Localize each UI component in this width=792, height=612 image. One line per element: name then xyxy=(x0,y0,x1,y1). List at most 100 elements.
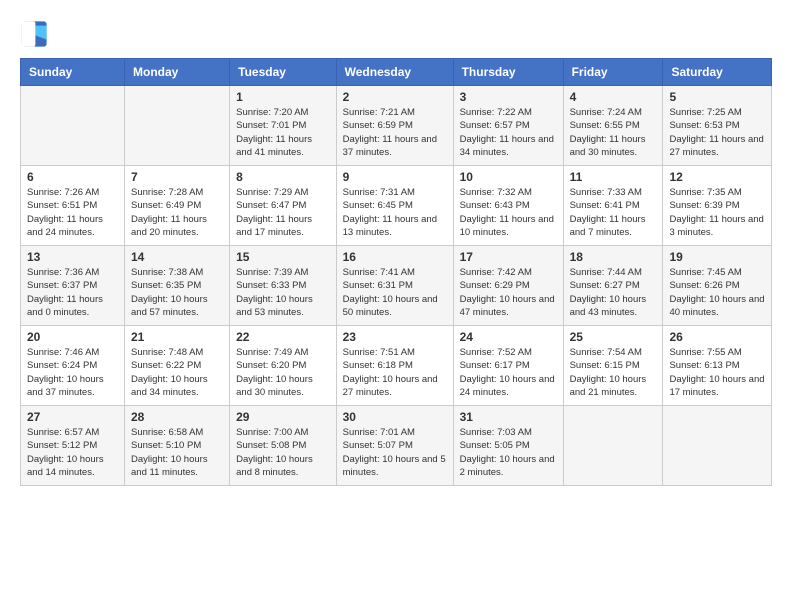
cell-content: Sunrise: 7:24 AMSunset: 6:55 PMDaylight:… xyxy=(570,106,657,159)
day-number: 19 xyxy=(669,250,765,264)
day-number: 31 xyxy=(460,410,557,424)
day-number: 4 xyxy=(570,90,657,104)
day-number: 18 xyxy=(570,250,657,264)
calendar-cell xyxy=(21,86,125,166)
day-number: 8 xyxy=(236,170,330,184)
calendar-cell: 25 Sunrise: 7:54 AMSunset: 6:15 PMDayligh… xyxy=(563,326,663,406)
calendar-cell: 23 Sunrise: 7:51 AMSunset: 6:18 PMDayligh… xyxy=(336,326,453,406)
day-number: 16 xyxy=(343,250,447,264)
cell-content: Sunrise: 7:25 AMSunset: 6:53 PMDaylight:… xyxy=(669,106,765,159)
cell-content: Sunrise: 7:01 AMSunset: 5:07 PMDaylight:… xyxy=(343,426,447,479)
calendar-cell: 17 Sunrise: 7:42 AMSunset: 6:29 PMDayligh… xyxy=(453,246,563,326)
cell-content: Sunrise: 7:44 AMSunset: 6:27 PMDaylight:… xyxy=(570,266,657,319)
calendar-cell: 10 Sunrise: 7:32 AMSunset: 6:43 PMDayligh… xyxy=(453,166,563,246)
header-day-monday: Monday xyxy=(125,59,230,86)
calendar-cell: 2 Sunrise: 7:21 AMSunset: 6:59 PMDaylight… xyxy=(336,86,453,166)
calendar-cell: 11 Sunrise: 7:33 AMSunset: 6:41 PMDayligh… xyxy=(563,166,663,246)
calendar-table: SundayMondayTuesdayWednesdayThursdayFrid… xyxy=(20,58,772,486)
cell-content: Sunrise: 7:48 AMSunset: 6:22 PMDaylight:… xyxy=(131,346,223,399)
cell-content: Sunrise: 7:49 AMSunset: 6:20 PMDaylight:… xyxy=(236,346,330,399)
calendar-cell xyxy=(563,406,663,486)
cell-content: Sunrise: 7:22 AMSunset: 6:57 PMDaylight:… xyxy=(460,106,557,159)
cell-content: Sunrise: 7:28 AMSunset: 6:49 PMDaylight:… xyxy=(131,186,223,239)
day-number: 23 xyxy=(343,330,447,344)
calendar-cell xyxy=(663,406,772,486)
calendar-cell: 4 Sunrise: 7:24 AMSunset: 6:55 PMDaylight… xyxy=(563,86,663,166)
calendar-header: SundayMondayTuesdayWednesdayThursdayFrid… xyxy=(21,59,772,86)
cell-content: Sunrise: 7:29 AMSunset: 6:47 PMDaylight:… xyxy=(236,186,330,239)
cell-content: Sunrise: 7:41 AMSunset: 6:31 PMDaylight:… xyxy=(343,266,447,319)
cell-content: Sunrise: 6:57 AMSunset: 5:12 PMDaylight:… xyxy=(27,426,118,479)
day-number: 3 xyxy=(460,90,557,104)
day-number: 7 xyxy=(131,170,223,184)
cell-content: Sunrise: 7:00 AMSunset: 5:08 PMDaylight:… xyxy=(236,426,330,479)
day-number: 22 xyxy=(236,330,330,344)
calendar-cell: 3 Sunrise: 7:22 AMSunset: 6:57 PMDaylight… xyxy=(453,86,563,166)
calendar-cell: 21 Sunrise: 7:48 AMSunset: 6:22 PMDayligh… xyxy=(125,326,230,406)
cell-content: Sunrise: 7:39 AMSunset: 6:33 PMDaylight:… xyxy=(236,266,330,319)
header-day-sunday: Sunday xyxy=(21,59,125,86)
calendar-cell: 30 Sunrise: 7:01 AMSunset: 5:07 PMDayligh… xyxy=(336,406,453,486)
calendar-cell: 28Sunrise: 6:58 AMSunset: 5:10 PMDayligh… xyxy=(125,406,230,486)
calendar-cell: 26Sunrise: 7:55 AMSunset: 6:13 PMDayligh… xyxy=(663,326,772,406)
week-row-3: 13 Sunrise: 7:36 AMSunset: 6:37 PMDayligh… xyxy=(21,246,772,326)
cell-content: Sunrise: 7:26 AMSunset: 6:51 PMDaylight:… xyxy=(27,186,118,239)
header-day-friday: Friday xyxy=(563,59,663,86)
day-number: 1 xyxy=(236,90,330,104)
day-number: 25 xyxy=(570,330,657,344)
cell-content: Sunrise: 7:35 AMSunset: 6:39 PMDaylight:… xyxy=(669,186,765,239)
week-row-2: 6Sunrise: 7:26 AMSunset: 6:51 PMDaylight… xyxy=(21,166,772,246)
cell-content: Sunrise: 7:36 AMSunset: 6:37 PMDaylight:… xyxy=(27,266,118,319)
day-number: 9 xyxy=(343,170,447,184)
cell-content: Sunrise: 7:03 AMSunset: 5:05 PMDaylight:… xyxy=(460,426,557,479)
cell-content: Sunrise: 7:46 AMSunset: 6:24 PMDaylight:… xyxy=(27,346,118,399)
calendar-cell: 29Sunrise: 7:00 AMSunset: 5:08 PMDayligh… xyxy=(230,406,337,486)
calendar-cell: 18 Sunrise: 7:44 AMSunset: 6:27 PMDayligh… xyxy=(563,246,663,326)
cell-content: Sunrise: 7:51 AMSunset: 6:18 PMDaylight:… xyxy=(343,346,447,399)
calendar-cell: 19 Sunrise: 7:45 AMSunset: 6:26 PMDayligh… xyxy=(663,246,772,326)
calendar-cell: 27Sunrise: 6:57 AMSunset: 5:12 PMDayligh… xyxy=(21,406,125,486)
day-number: 10 xyxy=(460,170,557,184)
calendar-cell xyxy=(125,86,230,166)
header-row: SundayMondayTuesdayWednesdayThursdayFrid… xyxy=(21,59,772,86)
week-row-1: 1 Sunrise: 7:20 AMSunset: 7:01 PMDaylight… xyxy=(21,86,772,166)
day-number: 21 xyxy=(131,330,223,344)
header-day-tuesday: Tuesday xyxy=(230,59,337,86)
calendar-cell: 6Sunrise: 7:26 AMSunset: 6:51 PMDaylight… xyxy=(21,166,125,246)
calendar-cell: 16 Sunrise: 7:41 AMSunset: 6:31 PMDayligh… xyxy=(336,246,453,326)
day-number: 11 xyxy=(570,170,657,184)
cell-content: Sunrise: 7:31 AMSunset: 6:45 PMDaylight:… xyxy=(343,186,447,239)
day-number: 20 xyxy=(27,330,118,344)
day-number: 13 xyxy=(27,250,118,264)
day-number: 24 xyxy=(460,330,557,344)
day-number: 30 xyxy=(343,410,447,424)
logo xyxy=(20,20,52,48)
week-row-5: 27Sunrise: 6:57 AMSunset: 5:12 PMDayligh… xyxy=(21,406,772,486)
cell-content: Sunrise: 7:21 AMSunset: 6:59 PMDaylight:… xyxy=(343,106,447,159)
day-number: 26 xyxy=(669,330,765,344)
cell-content: Sunrise: 7:54 AMSunset: 6:15 PMDaylight:… xyxy=(570,346,657,399)
calendar-cell: 14Sunrise: 7:38 AMSunset: 6:35 PMDayligh… xyxy=(125,246,230,326)
calendar-cell: 1 Sunrise: 7:20 AMSunset: 7:01 PMDaylight… xyxy=(230,86,337,166)
calendar-cell: 7 Sunrise: 7:28 AMSunset: 6:49 PMDaylight… xyxy=(125,166,230,246)
cell-content: Sunrise: 7:38 AMSunset: 6:35 PMDaylight:… xyxy=(131,266,223,319)
cell-content: Sunrise: 7:32 AMSunset: 6:43 PMDaylight:… xyxy=(460,186,557,239)
header-day-thursday: Thursday xyxy=(453,59,563,86)
cell-content: Sunrise: 7:45 AMSunset: 6:26 PMDaylight:… xyxy=(669,266,765,319)
calendar-body: 1 Sunrise: 7:20 AMSunset: 7:01 PMDaylight… xyxy=(21,86,772,486)
day-number: 2 xyxy=(343,90,447,104)
logo-icon xyxy=(20,20,48,48)
day-number: 15 xyxy=(236,250,330,264)
cell-content: Sunrise: 7:33 AMSunset: 6:41 PMDaylight:… xyxy=(570,186,657,239)
cell-content: Sunrise: 7:52 AMSunset: 6:17 PMDaylight:… xyxy=(460,346,557,399)
header-day-saturday: Saturday xyxy=(663,59,772,86)
cell-content: Sunrise: 7:20 AMSunset: 7:01 PMDaylight:… xyxy=(236,106,330,159)
calendar-cell: 24 Sunrise: 7:52 AMSunset: 6:17 PMDayligh… xyxy=(453,326,563,406)
day-number: 12 xyxy=(669,170,765,184)
week-row-4: 20 Sunrise: 7:46 AMSunset: 6:24 PMDayligh… xyxy=(21,326,772,406)
calendar-cell: 31 Sunrise: 7:03 AMSunset: 5:05 PMDayligh… xyxy=(453,406,563,486)
day-number: 17 xyxy=(460,250,557,264)
cell-content: Sunrise: 6:58 AMSunset: 5:10 PMDaylight:… xyxy=(131,426,223,479)
calendar-cell: 20 Sunrise: 7:46 AMSunset: 6:24 PMDayligh… xyxy=(21,326,125,406)
cell-content: Sunrise: 7:42 AMSunset: 6:29 PMDaylight:… xyxy=(460,266,557,319)
